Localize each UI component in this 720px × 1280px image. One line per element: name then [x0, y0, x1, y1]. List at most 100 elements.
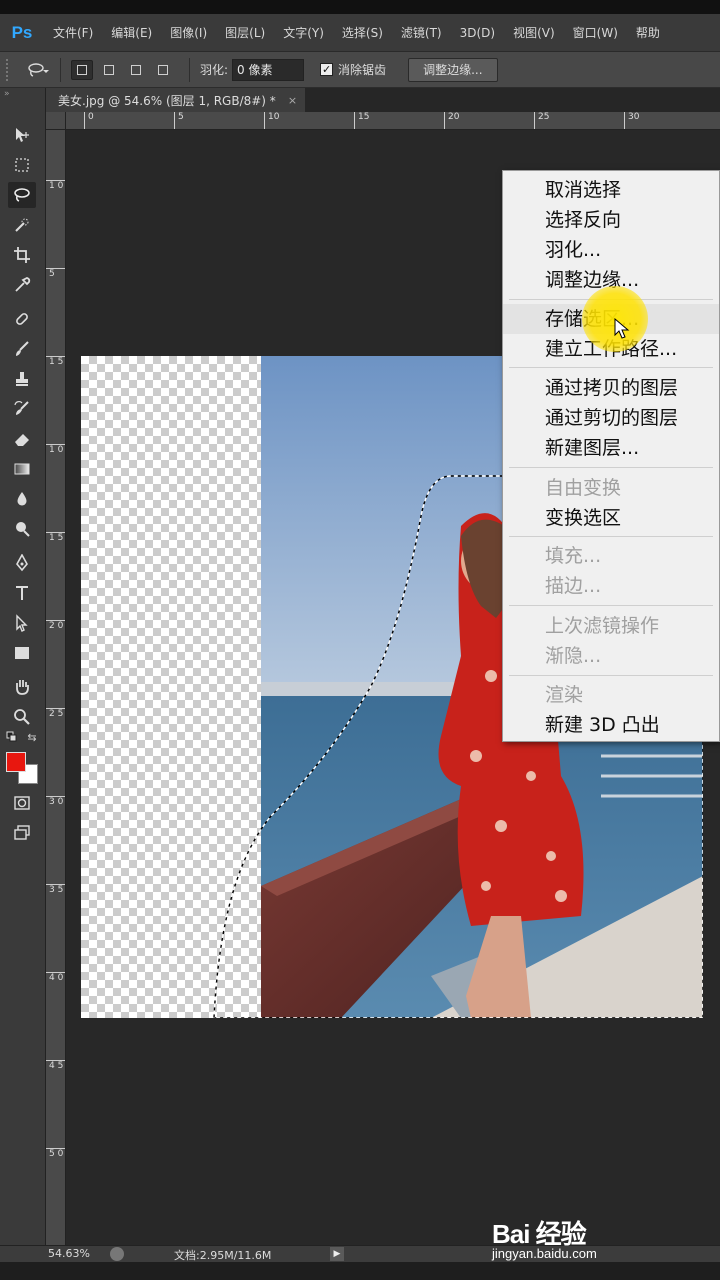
status-menu-arrow-icon[interactable]: ▶	[330, 1247, 344, 1261]
ruler-label: 2 5	[46, 708, 65, 719]
ruler-origin[interactable]	[46, 112, 66, 130]
ruler-label: 1 0	[46, 444, 65, 455]
add-to-selection-button[interactable]	[98, 60, 120, 80]
watermark-url: jingyan.baidu.com	[492, 1246, 597, 1261]
type-tool-icon[interactable]	[8, 580, 36, 606]
pen-tool-icon[interactable]	[8, 550, 36, 576]
menu-item-transform-selection[interactable]: 变换选区	[503, 503, 719, 533]
ruler-label: 4 0	[46, 972, 65, 983]
status-info-icon[interactable]	[110, 1247, 124, 1261]
rectangle-tool-icon[interactable]	[8, 640, 36, 666]
horizontal-ruler[interactable]: 0 5 10 15 20 25 30	[66, 112, 720, 130]
ruler-label: 3 5	[46, 884, 65, 895]
menu-separator	[509, 367, 713, 368]
gradient-tool-icon[interactable]	[8, 456, 36, 482]
subtract-from-selection-button[interactable]	[125, 60, 147, 80]
top-strip	[0, 0, 720, 14]
hand-tool-icon[interactable]	[8, 674, 36, 700]
menu-item-refine-edge[interactable]: 调整边缘...	[503, 265, 719, 295]
ruler-label: 5 0	[46, 1148, 65, 1159]
menu-separator	[509, 675, 713, 676]
ruler-label: 15	[354, 112, 369, 129]
options-separator	[189, 57, 190, 82]
history-brush-tool-icon[interactable]	[8, 396, 36, 422]
antialias-label: 消除锯齿	[338, 63, 387, 77]
antialias-checkbox[interactable]: ✓	[320, 63, 334, 76]
zoom-tool-icon[interactable]	[8, 704, 36, 730]
menu-separator	[509, 536, 713, 537]
menu-item-fill: 填充...	[545, 545, 602, 567]
path-selection-tool-icon[interactable]	[8, 610, 36, 636]
menu-filter[interactable]: 滤镜(T)	[392, 24, 451, 41]
eyedropper-tool-icon[interactable]	[8, 272, 36, 298]
default-colors-icon[interactable]	[4, 730, 20, 744]
feather-input[interactable]: 0 像素	[232, 58, 305, 81]
menu-help[interactable]: 帮助	[627, 24, 669, 41]
menu-separator	[509, 467, 713, 468]
menu-item-make-work-path[interactable]: 建立工作路径...	[503, 334, 719, 364]
menu-item-render: 渲染	[545, 684, 584, 706]
menu-item-new-3d-extrusion[interactable]: 新建 3D 凸出	[503, 710, 719, 740]
ruler-label: 4 5	[46, 1060, 65, 1071]
menu-edit[interactable]: 编辑(E)	[102, 24, 161, 41]
quick-mask-icon[interactable]	[8, 790, 36, 816]
menu-select[interactable]: 选择(S)	[333, 24, 392, 41]
ruler-label: 25	[534, 112, 549, 129]
toolbox-collapse-icon[interactable]: »	[0, 88, 45, 100]
menu-item-stroke: 描边...	[545, 575, 602, 597]
menu-item-save-selection[interactable]: 存储选区...	[503, 304, 719, 334]
selection-context-menu: 取消选择 选择反向 羽化... 调整边缘... 存储选区... 建立工作路径..…	[502, 170, 720, 742]
refine-edge-button[interactable]: 调整边缘...	[408, 57, 498, 82]
document-tab-title: 美女.jpg @ 54.6% (图层 1, RGB/8#) *	[58, 93, 276, 108]
menu-item-feather[interactable]: 羽化...	[503, 235, 719, 265]
new-selection-button[interactable]	[71, 59, 93, 80]
menu-item-layer-via-copy[interactable]: 通过拷贝的图层	[503, 373, 719, 403]
vertical-ruler[interactable]: 1 0 5 1 5 1 0 1 5 2 0 2 5 3 0 3 5 4 0 4 …	[46, 130, 66, 1245]
eraser-tool-icon[interactable]	[8, 426, 36, 452]
menu-image[interactable]: 图像(I)	[161, 24, 216, 41]
brush-tool-icon[interactable]	[8, 336, 36, 362]
lasso-tool-icon[interactable]	[8, 182, 36, 208]
document-tab-bar: 美女.jpg @ 54.6% (图层 1, RGB/8#) * ×	[46, 88, 720, 112]
menu-item-new-layer[interactable]: 新建图层...	[503, 433, 719, 463]
zoom-level[interactable]: 54.63%	[48, 1247, 90, 1260]
document-tab[interactable]: 美女.jpg @ 54.6% (图层 1, RGB/8#) * ×	[46, 88, 306, 112]
ruler-label: 0	[84, 112, 94, 129]
screen-mode-icon[interactable]	[8, 820, 36, 846]
menu-view[interactable]: 视图(V)	[504, 24, 564, 41]
bottom-strip	[0, 1262, 720, 1280]
crop-tool-icon[interactable]	[8, 242, 36, 268]
ruler-label: 3 0	[46, 796, 65, 807]
ruler-label: 1 0	[46, 180, 65, 191]
menu-window[interactable]: 窗口(W)	[564, 24, 627, 41]
baidu-jingyan-watermark: Bai 经验 jingyan.baidu.com	[492, 1214, 682, 1264]
blur-tool-icon[interactable]	[8, 486, 36, 512]
menu-separator	[509, 299, 713, 300]
menu-layer[interactable]: 图层(L)	[216, 24, 274, 41]
menu-file[interactable]: 文件(F)	[44, 24, 102, 41]
close-icon[interactable]: ×	[288, 94, 297, 107]
feather-label: 羽化:	[200, 63, 229, 77]
intersect-selection-button[interactable]	[152, 60, 174, 80]
ruler-label: 30	[624, 112, 639, 129]
healing-brush-tool-icon[interactable]	[8, 306, 36, 332]
ruler-label: 5	[174, 112, 184, 129]
swap-colors-icon[interactable]: ⇆	[24, 730, 40, 744]
ruler-label: 20	[444, 112, 459, 129]
move-tool-icon[interactable]	[8, 122, 36, 148]
menu-item-select-inverse[interactable]: 选择反向	[503, 205, 719, 235]
menu-item-deselect[interactable]: 取消选择	[503, 175, 719, 205]
marquee-tool-icon[interactable]	[8, 152, 36, 178]
ruler-label: 1 5	[46, 532, 65, 543]
menu-bar: Ps 文件(F) 编辑(E) 图像(I) 图层(L) 文字(Y) 选择(S) 滤…	[0, 14, 720, 52]
menu-type[interactable]: 文字(Y)	[274, 24, 333, 41]
foreground-color-swatch[interactable]	[6, 752, 26, 772]
dodge-tool-icon[interactable]	[8, 516, 36, 542]
quick-selection-tool-icon[interactable]	[8, 212, 36, 238]
menu-3d[interactable]: 3D(D)	[451, 26, 504, 40]
menu-item-layer-via-cut[interactable]: 通过剪切的图层	[503, 403, 719, 433]
lasso-preset-icon[interactable]	[26, 59, 50, 81]
clone-stamp-tool-icon[interactable]	[8, 366, 36, 392]
tools-panel: » ⇆	[0, 88, 46, 1245]
menu-item-free-transform: 自由变换	[545, 477, 622, 499]
